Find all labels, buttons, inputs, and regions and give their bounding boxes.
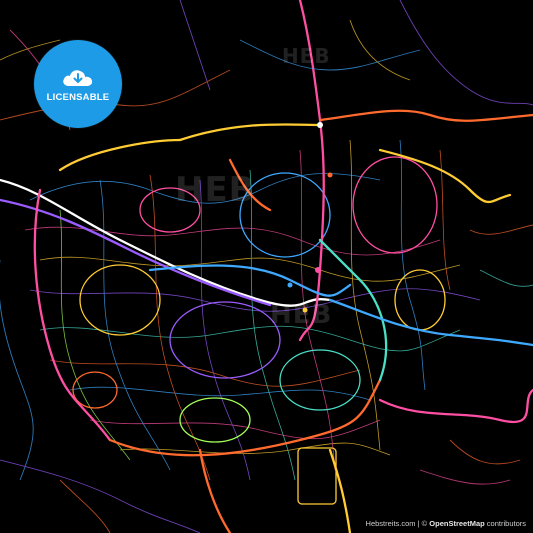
attribution: Hebstreits.com | © OpenStreetMap contrib… [362, 518, 529, 529]
attribution-osm[interactable]: OpenStreetMap [429, 519, 484, 528]
watermark-top: HEB [282, 44, 331, 68]
watermark-mid: HEB [175, 170, 256, 210]
licensable-badge[interactable]: LICENSABLE [34, 40, 122, 128]
badge-label: LICENSABLE [46, 91, 110, 103]
attribution-site[interactable]: Hebstreits.com [366, 519, 416, 528]
watermark-low: HEB [270, 300, 333, 330]
cloud-download-icon [63, 69, 93, 86]
attribution-separator: | © [415, 519, 430, 528]
attribution-suffix: contributors [484, 519, 526, 528]
